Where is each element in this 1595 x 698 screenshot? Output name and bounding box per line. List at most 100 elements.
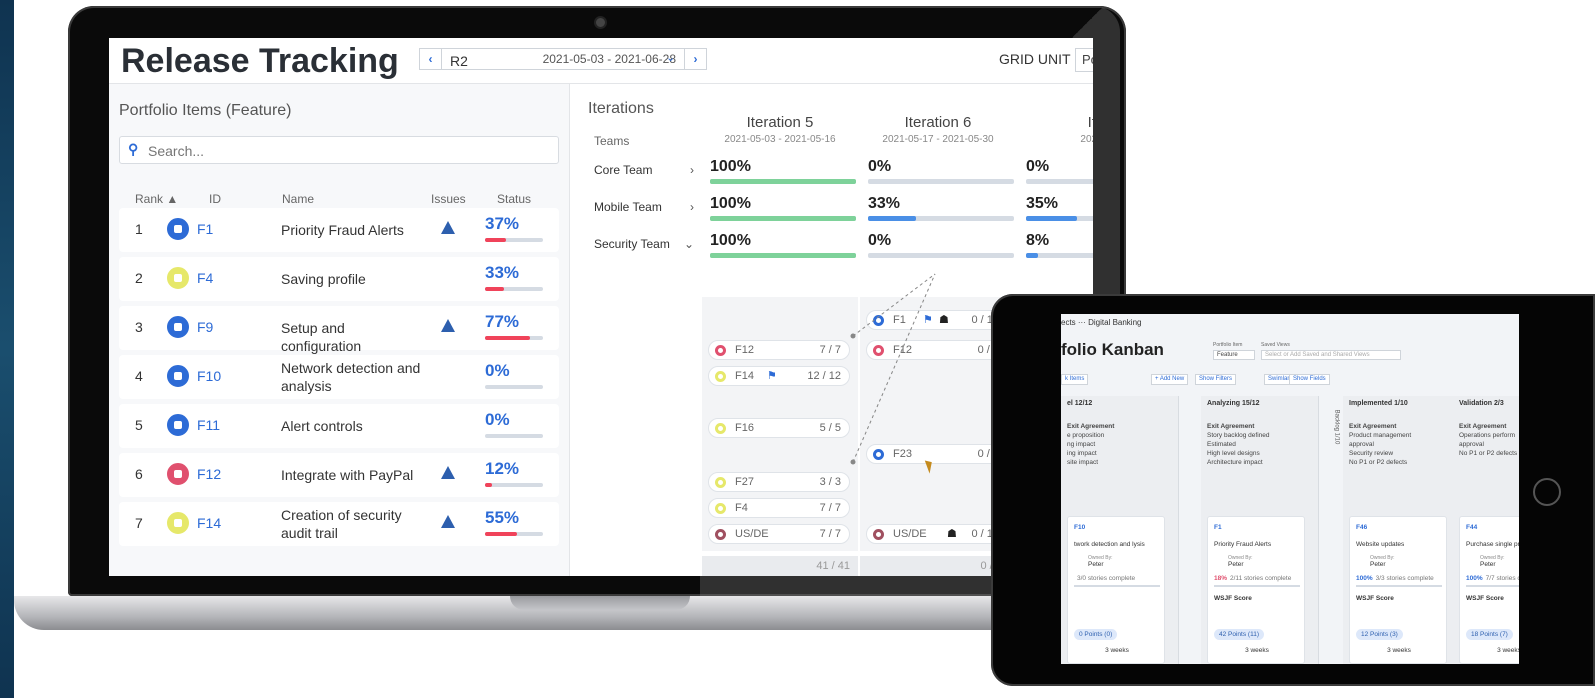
exit-item: No P1 or P2 defects [1349, 459, 1408, 466]
grid-unit-label: GRID UNIT [999, 51, 1071, 67]
id-link[interactable]: F14 [197, 515, 221, 531]
exit-item: High level designs [1207, 450, 1260, 457]
name-cell: Creation of security audit trail [281, 507, 402, 541]
owner-name: Peter [1480, 561, 1496, 568]
progress-bar [1356, 585, 1442, 587]
rank-cell: 1 [135, 221, 143, 237]
chevron-down-icon[interactable]: ⌄ [666, 51, 675, 64]
table-row[interactable]: 6 F12 Integrate with PayPal 12% [119, 453, 559, 497]
id-link[interactable]: F12 [197, 466, 221, 482]
table-row[interactable]: 3 F9 Setup and configuration 77% [119, 306, 559, 354]
progress-stories: 7/7 stories com [1485, 575, 1519, 582]
col-id[interactable]: ID [209, 192, 221, 206]
table-row[interactable]: 5 F11 Alert controls 0% [119, 404, 559, 448]
column-header[interactable]: Implemented 1/10 [1349, 400, 1408, 407]
background-edge [0, 0, 14, 698]
toolbar-button[interactable]: Show Fields [1289, 374, 1330, 385]
card-progress: 100%7/7 stories com [1466, 575, 1519, 582]
col-name[interactable]: Name [282, 192, 314, 206]
col-rank[interactable]: Rank ▲ [135, 192, 178, 206]
status-percent: 37% [485, 214, 520, 233]
id-link[interactable]: F10 [197, 368, 221, 384]
id-link[interactable]: F1 [197, 221, 213, 237]
release-date-range: 2021-05-03 - 2021-06-28 [542, 52, 676, 66]
points-badge[interactable]: 42 Points (11) [1214, 629, 1264, 640]
owner-name: Peter [1370, 561, 1386, 568]
card-id[interactable]: F1 [1214, 524, 1222, 531]
points-badge[interactable]: 0 Points (0) [1074, 629, 1118, 640]
laptop-camera [594, 16, 607, 29]
feature-icon [167, 316, 189, 338]
status-fill [485, 287, 505, 291]
column-header[interactable]: el 12/12 [1067, 400, 1092, 407]
kanban-card[interactable]: F10 twork detection and lysis Owned By: Pet… [1067, 516, 1165, 664]
card-name: twork detection and lysis [1074, 541, 1145, 548]
card-id[interactable]: F10 [1074, 524, 1085, 531]
exit-item: Architecture impact [1207, 459, 1263, 466]
exit-item: site impact [1067, 459, 1099, 466]
status-percent: 55% [485, 508, 520, 527]
status-bar [485, 434, 543, 438]
next-release-button[interactable]: › [684, 49, 706, 69]
toolbar-button[interactable]: k Items [1061, 374, 1089, 385]
kanban-card[interactable]: F46 Website updates Owned By: Peter 100% 3/3 … [1349, 516, 1447, 664]
id-link[interactable]: F9 [197, 319, 213, 335]
rank-cell: 4 [135, 368, 143, 384]
points-badge[interactable]: 12 Points (3) [1356, 629, 1403, 640]
feature-icon [167, 218, 189, 240]
kanban-column: Implemented 1/10 Exit Agreement Product ma… [1343, 396, 1461, 664]
status-fill [485, 238, 507, 242]
id-link[interactable]: F4 [197, 270, 213, 286]
wsjf-label: WSJF Score [1214, 595, 1252, 602]
top-bar: Release Tracking ‹ R2 2021-05-03 - 2021-… [109, 38, 1093, 84]
saved-views-select[interactable]: Select or Add Saved and Shared Views [1261, 350, 1401, 360]
table-row[interactable]: 2 F4 Saving profile 33% [119, 257, 559, 301]
table-row[interactable]: 4 F10 Network detection and analysis 0% [119, 355, 559, 399]
breadcrumb[interactable]: ects ··· Digital Banking [1061, 318, 1141, 327]
issue-warning-icon[interactable] [441, 515, 455, 528]
backlog-tab[interactable]: Backlog 1/10 [1333, 410, 1339, 445]
card-id[interactable]: F44 [1466, 524, 1477, 531]
column-header[interactable]: Analyzing 15/12 [1207, 400, 1260, 407]
progress-bar [1466, 585, 1519, 587]
name-cell: Saving profile [281, 271, 366, 287]
issue-warning-icon[interactable] [441, 319, 455, 332]
toolbar-button[interactable]: Show Filters [1195, 374, 1237, 385]
issue-warning-icon[interactable] [441, 466, 455, 479]
owner-name: Peter [1228, 561, 1244, 568]
col-status[interactable]: Status [497, 192, 531, 206]
points-badge[interactable]: 18 Points (7) [1466, 629, 1513, 640]
portfolio-item-select[interactable]: Feature [1213, 350, 1255, 360]
kanban-title: folio Kanban [1061, 340, 1164, 359]
kanban-card[interactable]: F44 Purchase single pr Owned By: Peter 100% 7… [1459, 516, 1519, 664]
search-input[interactable] [148, 141, 548, 161]
briefcase-icon [174, 323, 182, 331]
col-issues[interactable]: Issues [431, 192, 466, 206]
status-bar [485, 385, 543, 389]
release-selector[interactable]: ‹ R2 2021-05-03 - 2021-06-28 ⌄ › [419, 48, 707, 70]
id-link[interactable]: F11 [197, 417, 220, 433]
kanban-card[interactable]: F1 Priority Fraud Alerts Owned By: Peter 18%… [1207, 516, 1305, 664]
status-percent: 0% [485, 410, 510, 429]
rank-cell: 6 [135, 466, 143, 482]
column-header[interactable]: Validation 2/3 [1459, 400, 1504, 407]
search-box[interactable]: ⚲ [119, 136, 559, 164]
duration-label: 3 weeks [1245, 647, 1269, 654]
feature-icon [167, 414, 189, 436]
grid-unit-select[interactable]: Po [1075, 48, 1093, 72]
card-id[interactable]: F46 [1356, 524, 1367, 531]
feature-icon [167, 267, 189, 289]
dependency-node [850, 459, 856, 465]
laptop-screen: Release Tracking ‹ R2 2021-05-03 - 2021-… [109, 38, 1093, 576]
table-row[interactable]: 1 F1 Priority Fraud Alerts 37% [119, 208, 559, 252]
kanban-column: el 12/12 Exit Agreement e proposition ng im… [1061, 396, 1179, 664]
feature-icon [167, 365, 189, 387]
duration-label: 3 weeks [1387, 647, 1411, 654]
table-row[interactable]: 7 F14 Creation of security audit trail 55% [119, 502, 559, 546]
toolbar-button[interactable]: + Add New [1151, 374, 1189, 385]
owner-name: Peter [1088, 561, 1104, 568]
issue-warning-icon[interactable] [441, 221, 455, 234]
card-name: Priority Fraud Alerts [1214, 541, 1272, 548]
progress-bar [1074, 585, 1160, 587]
prev-release-button[interactable]: ‹ [420, 49, 442, 69]
